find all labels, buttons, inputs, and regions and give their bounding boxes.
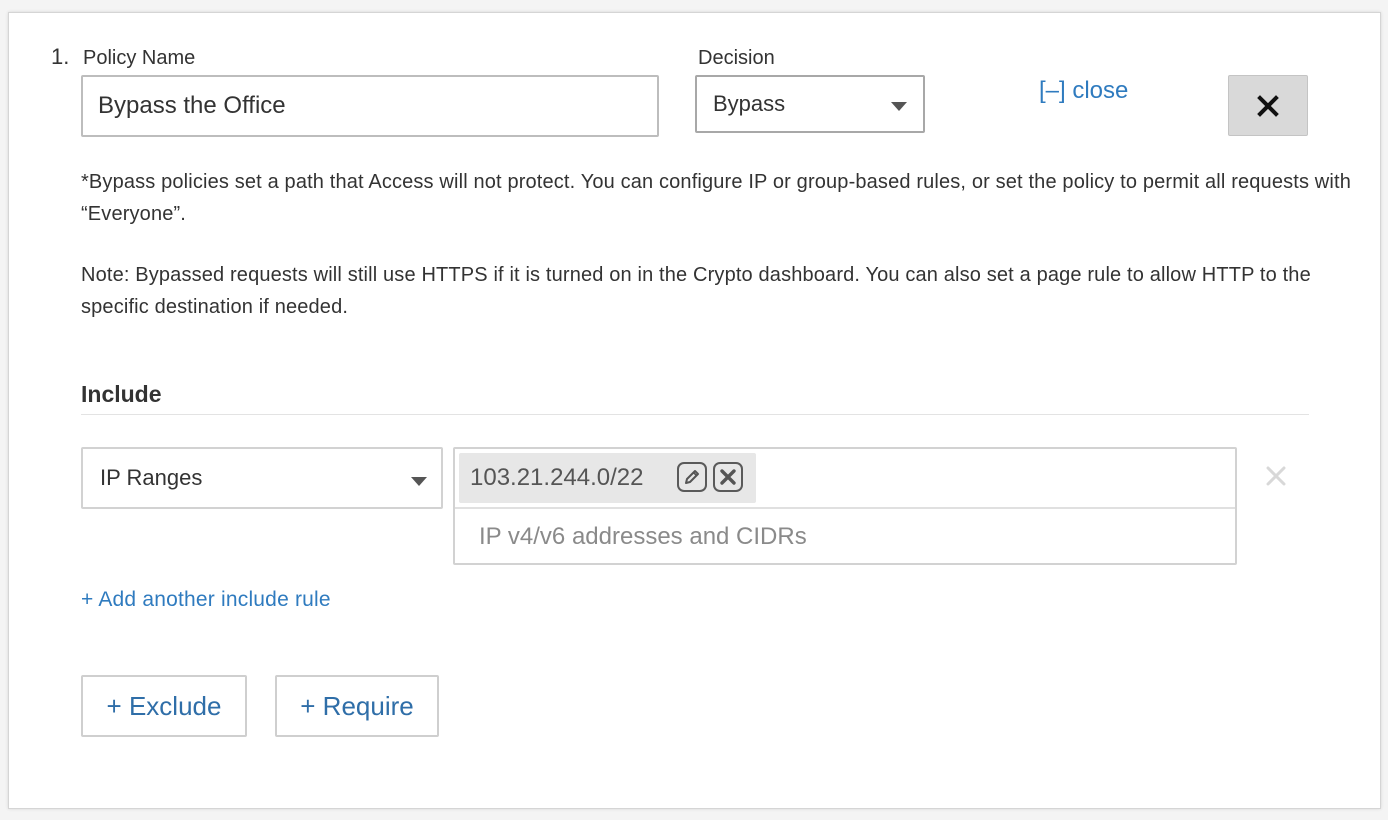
decision-select[interactable]: Bypass	[695, 75, 925, 133]
decision-value: Bypass	[713, 91, 786, 116]
chip-row: 103.21.244.0/22	[455, 449, 1235, 509]
https-note: Note: Bypassed requests will still use H…	[81, 264, 1311, 318]
decision-label: Decision	[698, 47, 775, 69]
policy-name-label: Policy Name	[83, 47, 196, 69]
policy-number: 1.	[51, 44, 70, 69]
caret-down-icon	[411, 477, 427, 486]
require-button[interactable]: + Require	[275, 675, 439, 737]
caret-down-icon	[891, 102, 907, 111]
ip-range-chip-label: 103.21.244.0/22	[470, 464, 644, 491]
ip-values-field[interactable]: 103.21.244.0/22 IP v4/v6 addresses and C…	[453, 447, 1237, 565]
add-include-rule-link[interactable]: + Add another include rule	[81, 588, 331, 612]
close-link[interactable]: [–] close	[1039, 77, 1128, 105]
exclude-button[interactable]: + Exclude	[81, 675, 247, 737]
close-icon	[1266, 466, 1286, 486]
policy-name-input[interactable]: Bypass the Office	[81, 75, 659, 137]
chip-edit-button[interactable]	[677, 462, 707, 492]
include-divider	[81, 414, 1309, 415]
remove-include-rule-button[interactable]	[1263, 463, 1289, 489]
include-rule-type-select[interactable]: IP Ranges	[81, 447, 443, 509]
remove-policy-button[interactable]	[1228, 75, 1308, 136]
bypass-note: *Bypass policies set a path that Access …	[81, 171, 1351, 225]
ip-range-chip: 103.21.244.0/22	[459, 453, 756, 503]
policy-card: 1. Policy Name Bypass the Office Decisio…	[8, 12, 1381, 809]
close-icon	[1257, 94, 1279, 117]
remove-icon	[720, 469, 736, 485]
pencil-icon	[685, 470, 699, 484]
rule-type-value: IP Ranges	[100, 465, 203, 490]
chip-remove-button[interactable]	[713, 462, 743, 492]
include-heading: Include	[81, 381, 162, 407]
ip-values-placeholder[interactable]: IP v4/v6 addresses and CIDRs	[479, 523, 807, 551]
